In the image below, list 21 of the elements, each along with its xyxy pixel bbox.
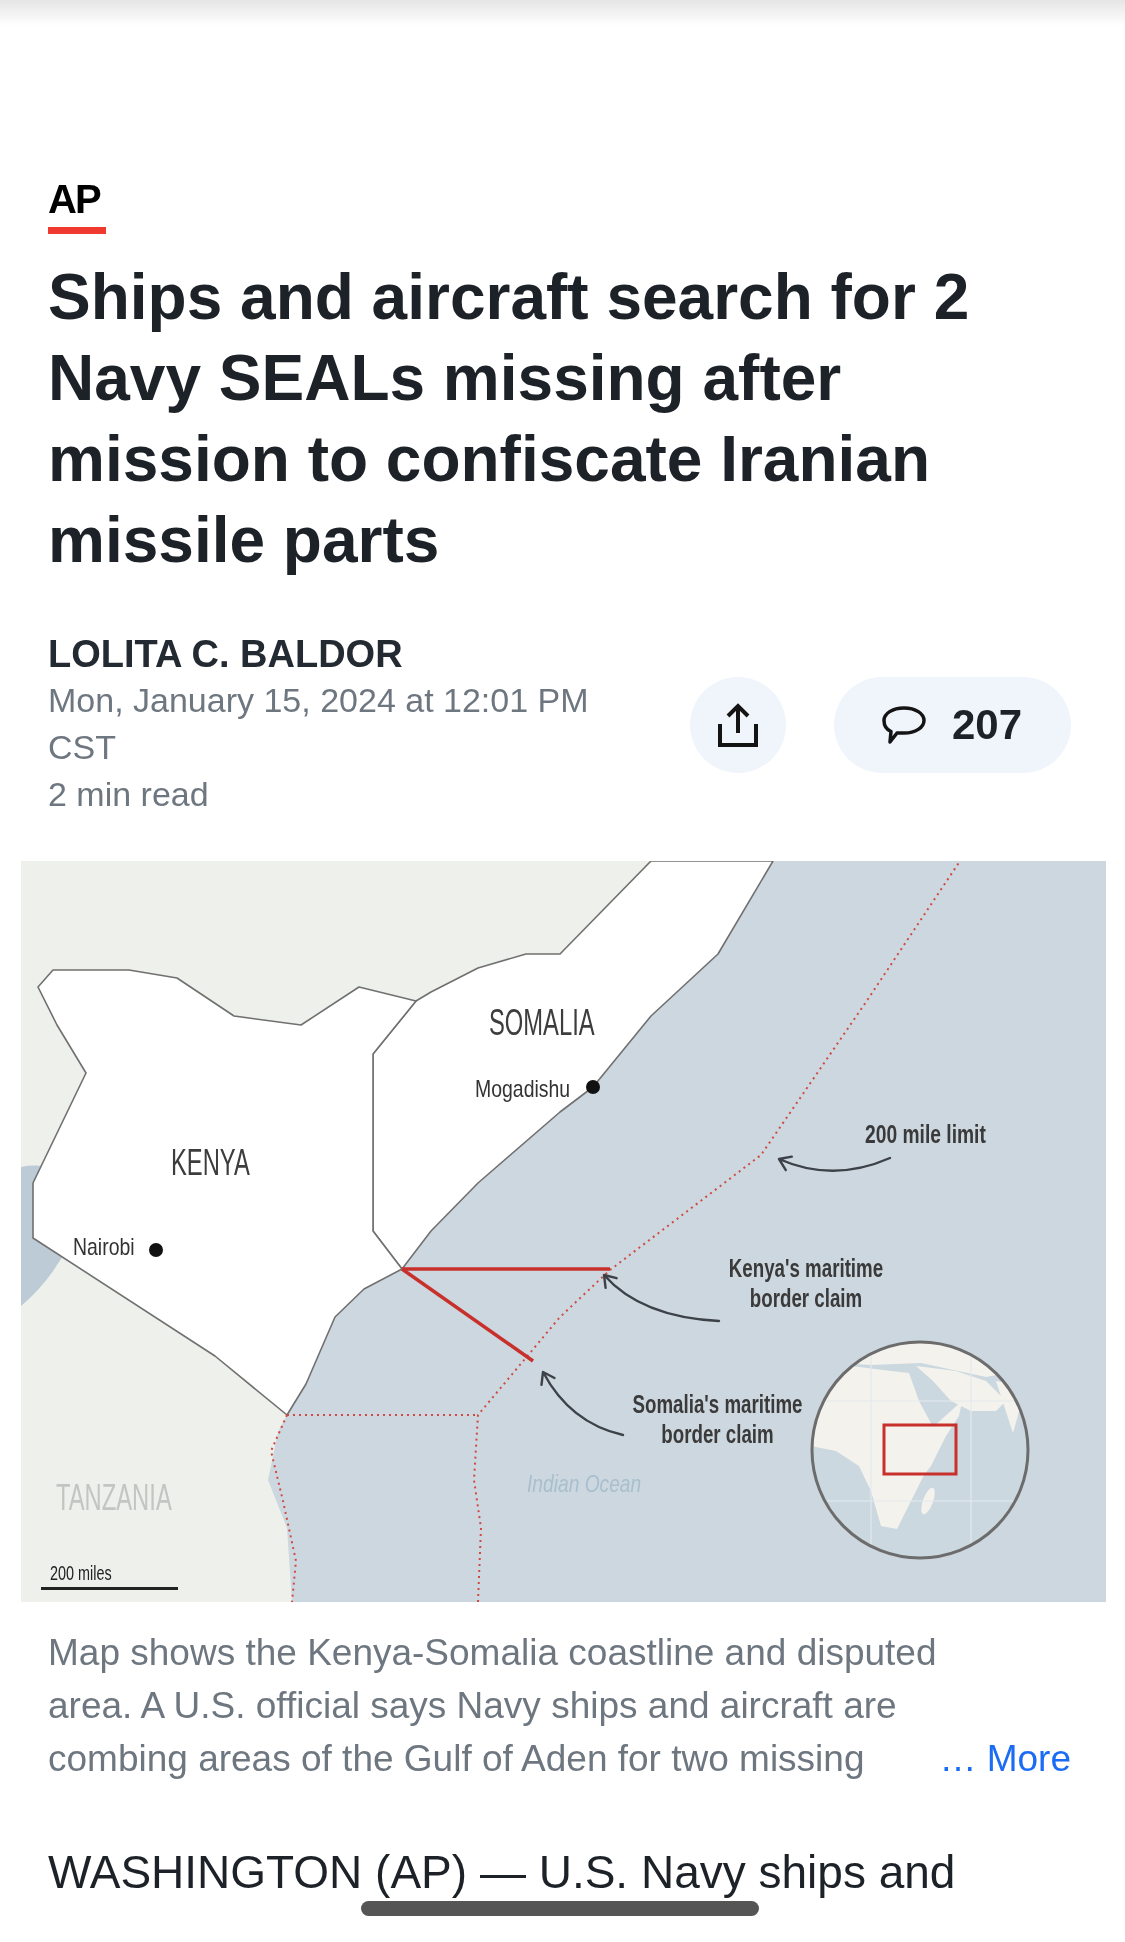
callout-label: 200 mile limit xyxy=(865,1119,986,1149)
comments-button[interactable]: 207 xyxy=(834,677,1071,773)
article-paragraph: WASHINGTON (AP) — U.S. Navy ships and xyxy=(48,1845,957,1900)
publisher-logo: AP xyxy=(48,179,106,234)
country-label: KENYA xyxy=(171,1145,250,1181)
city-dot-icon xyxy=(586,1080,600,1094)
city-label: Mogadishu xyxy=(475,1077,571,1101)
publish-date: Mon, January 15, 2024 at 12:01 PM CST xyxy=(48,680,590,768)
callout-label: Kenya's maritime border claim xyxy=(727,1253,885,1313)
city-label: Nairobi xyxy=(73,1235,135,1259)
image-caption: Map shows the Kenya-Somalia coastline and disputed area. A U.S. official says Navy ships and aircraft are combing areas of the Gulf of Aden for two missing xyxy=(48,1631,938,1781)
more-link[interactable]: … More xyxy=(939,1732,1071,1785)
comment-icon xyxy=(882,706,926,744)
city-dot-icon xyxy=(149,1243,163,1257)
callout-label: Somalia's maritime border claim xyxy=(631,1389,804,1449)
scale-label: 200 miles xyxy=(50,1563,112,1583)
author-name: LOLITA C. BALDOR xyxy=(48,632,404,677)
read-time: 2 min read xyxy=(48,774,210,815)
article-headline: Ships and aircraft search for 2 Navy SEALs missing after mission to confiscate Iranian missile parts xyxy=(48,260,971,578)
country-label: SOMALIA xyxy=(489,1005,595,1041)
share-icon xyxy=(718,703,758,747)
